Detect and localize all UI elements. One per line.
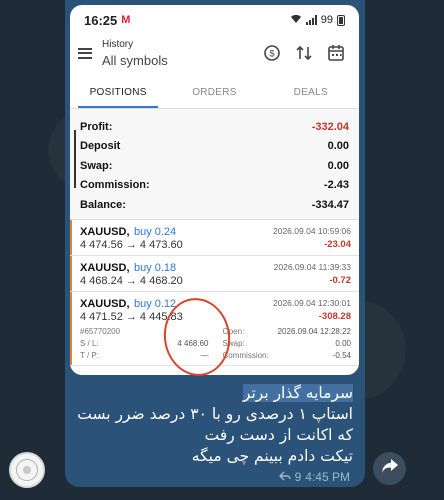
message-time: 4:45 PM: [305, 470, 350, 484]
svg-text:$: $: [269, 49, 274, 59]
tab-positions[interactable]: POSITIONS: [70, 77, 166, 108]
mail-icon: M: [121, 14, 131, 26]
tab-bar: POSITIONS ORDERS DEALS: [70, 77, 359, 109]
message-line-1: سرمایه گذار برتر: [242, 384, 353, 402]
calendar-icon[interactable]: [327, 44, 345, 62]
message-line-3: که اکانت از دست رفت: [204, 426, 353, 444]
channel-avatar[interactable]: [9, 452, 45, 488]
battery-icon: [337, 14, 345, 26]
header-title[interactable]: All symbols: [102, 53, 168, 68]
trade-pl: -0.72: [329, 275, 351, 286]
trade-accent-bar: [70, 291, 72, 365]
trade-row[interactable]: XAUUSD, buy 0.18 2026.09.04 11:39:33 4 4…: [70, 255, 359, 292]
tab-deals[interactable]: DEALS: [263, 77, 359, 108]
trade-pl: -23.04: [324, 239, 351, 250]
signal-icon: [305, 15, 317, 25]
battery-percent: 99: [320, 14, 333, 26]
status-time: 16:25: [84, 12, 118, 28]
open-value: 2026.09.04 12:28:22: [277, 327, 351, 336]
trade-side: buy 0.12: [133, 297, 177, 310]
trade-side: buy 0.18: [133, 261, 177, 274]
sort-icon[interactable]: [295, 44, 313, 62]
reply-icon: [278, 470, 291, 484]
summary-row-profit: Profit: -332.04: [80, 120, 349, 133]
trade-accent-bar: [70, 219, 72, 255]
message-text: سرمایه گذار برتر استاپ ۱ درصدی رو با ۳۰ …: [65, 375, 365, 467]
trade-symbol: XAUUSD,: [80, 225, 130, 238]
trade-prices: 4 468.24 → 4 468.20: [80, 274, 183, 287]
tab-orders[interactable]: ORDERS: [166, 77, 262, 108]
trade-prices: 4 474.56 → 4 473.60: [80, 238, 183, 251]
currency-exchange-icon[interactable]: $: [263, 44, 281, 62]
trade-accent-bar: [70, 255, 72, 291]
message-line-2: استاپ ۱ درصدی رو با ۳۰ درصد ضرر بست: [77, 405, 353, 423]
swap-value: 0.00: [335, 339, 351, 348]
commission-value: -0.54: [332, 351, 351, 360]
tp-label: T / P:: [80, 351, 99, 360]
app-bar: History All symbols $: [70, 35, 359, 71]
view-count: 9: [294, 470, 302, 484]
summary-panel: Profit: -332.04 Deposit 0.00 Swap: 0.00 …: [70, 109, 359, 220]
wifi-icon: [290, 14, 302, 27]
trade-date: 2026.09.04 11:39:33: [273, 261, 351, 272]
forward-button[interactable]: [373, 452, 406, 485]
trade-id: #65770200: [80, 327, 121, 336]
trade-side: buy 0.24: [133, 225, 177, 238]
status-bar: 16:25 M 99: [70, 5, 359, 35]
summary-bracket: [74, 130, 76, 188]
trade-date: 2026.09.04 10:59:06: [273, 225, 351, 236]
trade-symbol: XAUUSD,: [80, 261, 130, 274]
trade-date: 2026.09.04 12:30:01: [273, 297, 351, 308]
trade-pl: -308.28: [318, 311, 351, 322]
trade-symbol: XAUUSD,: [80, 297, 130, 310]
summary-row-commission: Commission: -2.43: [80, 179, 349, 192]
summary-row-deposit: Deposit 0.00: [80, 140, 349, 153]
header-subtitle: History: [102, 38, 134, 50]
share-icon: [381, 458, 399, 479]
trade-row[interactable]: XAUUSD, buy 0.24 2026.09.04 10:59:06 4 4…: [70, 219, 359, 256]
commission-label: Commission:: [222, 351, 269, 360]
summary-row-swap: Swap: 0.00: [80, 159, 349, 172]
message-meta: 9 4:45 PM: [278, 470, 350, 484]
summary-row-balance: Balance: -334.47: [80, 198, 349, 211]
message-line-4: تیکت دادم ببینم چی میگه: [191, 447, 353, 465]
menu-icon[interactable]: [78, 47, 92, 59]
sl-label: S / L:: [80, 339, 99, 348]
